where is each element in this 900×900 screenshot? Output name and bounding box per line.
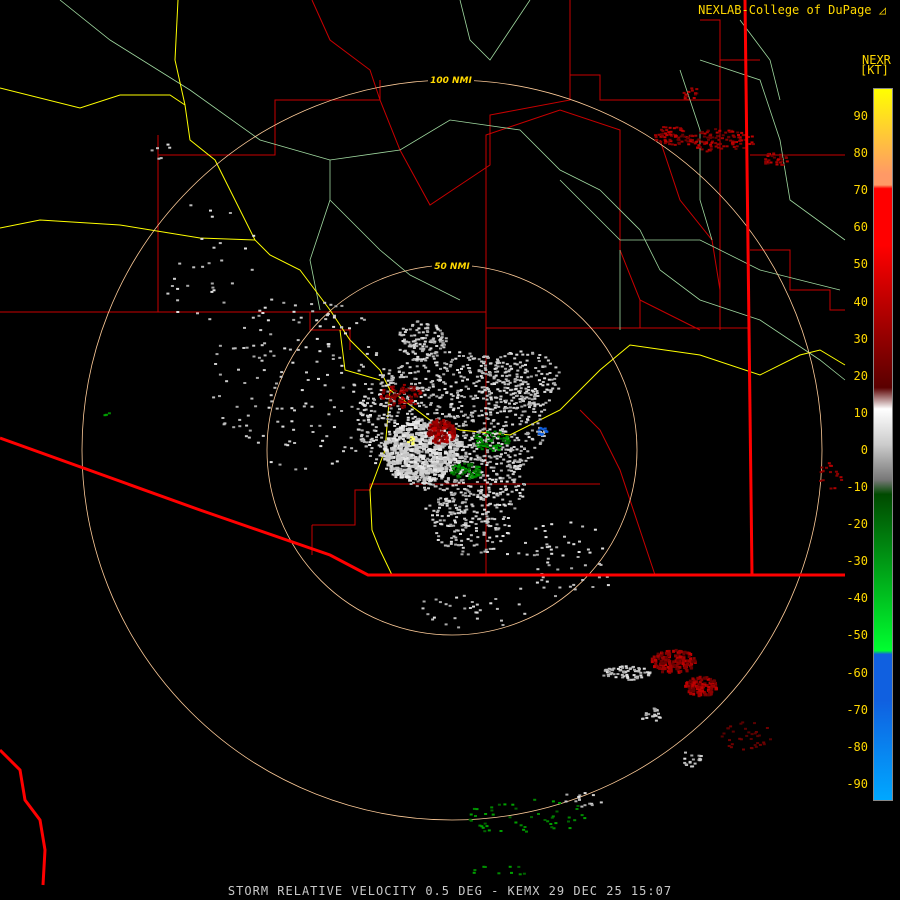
color-scale-tick: -10 <box>846 480 868 494</box>
ring-label-50: 50 NMI <box>434 262 470 272</box>
color-scale-tick: -20 <box>846 517 868 532</box>
product-caption: STORM RELATIVE VELOCITY 0.5 DEG - KEMX 2… <box>227 884 673 898</box>
color-scale-tick: -40 <box>846 591 868 606</box>
color-scale-tick: 20 <box>853 368 868 383</box>
color-scale-tick: 70 <box>853 183 868 198</box>
color-scale-tick: 10 <box>853 405 868 420</box>
color-scale-tick: 30 <box>853 331 868 346</box>
color-scale-tick: -70 <box>846 702 868 717</box>
ring-label-100: 100 NMI <box>430 76 472 86</box>
color-scale-tick: 60 <box>853 220 868 235</box>
credit-label: NEXLAB-College of DuPage ◿ <box>698 3 886 17</box>
color-scale-tick: 0 <box>860 442 868 457</box>
color-scale-tick: 50 <box>853 257 868 272</box>
color-scale-tick: 40 <box>853 294 868 309</box>
cod-logo-icon: ◿ <box>878 3 886 17</box>
color-scale-tick: -50 <box>846 628 868 643</box>
units-label: [KT] <box>860 63 889 77</box>
color-scale-tick: -80 <box>846 739 868 754</box>
credit-text: NEXLAB-College of DuPage <box>698 3 872 17</box>
velocity-color-scale <box>873 88 893 801</box>
color-scale-tick: -30 <box>846 554 868 569</box>
color-scale-tick: 80 <box>853 146 868 161</box>
color-scale-tick: -90 <box>846 776 868 791</box>
color-scale-tick: 90 <box>853 109 868 123</box>
radar-map: 100 NMI 50 NMI <box>0 0 900 900</box>
color-scale-tick: -60 <box>846 665 868 680</box>
